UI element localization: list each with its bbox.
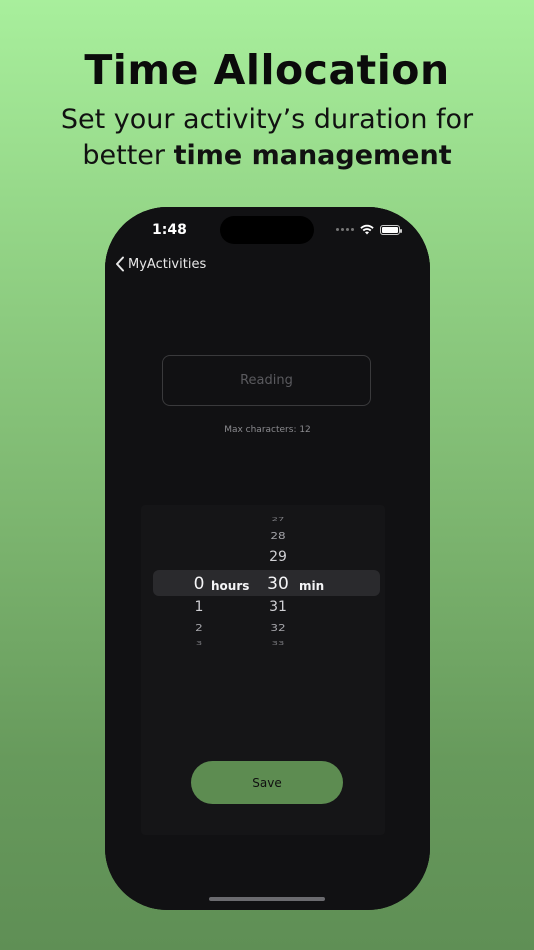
- subtitle-prefix: better: [82, 140, 174, 171]
- battery-icon: [380, 224, 402, 235]
- minutes-option[interactable]: 32: [258, 622, 298, 633]
- subtitle-bold: time management: [173, 140, 452, 171]
- status-time: 1:48: [152, 222, 187, 238]
- minutes-unit-label: min: [299, 579, 325, 593]
- headline-title: Time Allocation: [84, 46, 450, 94]
- duration-picker[interactable]: 0 1 2 3 hours 27 28 29 30 31 32 33 min: [153, 511, 381, 651]
- back-button[interactable]: MyActivities: [115, 256, 206, 272]
- phone-frame: 1:48 MyActivities Max characters: 12 0 1: [105, 207, 430, 910]
- status-icons: [336, 224, 402, 235]
- wifi-icon: [360, 224, 374, 235]
- headline-subtitle: Set your activity’s duration for better …: [0, 102, 534, 174]
- save-button[interactable]: Save: [191, 761, 343, 804]
- max-characters-hint: Max characters: 12: [224, 425, 311, 435]
- subtitle-line-1: Set your activity’s duration for: [60, 104, 474, 135]
- subtitle-line-2: better time management: [0, 138, 534, 174]
- minutes-option[interactable]: 27: [258, 516, 298, 522]
- hours-option[interactable]: 2: [179, 622, 219, 633]
- hours-option[interactable]: 3: [179, 640, 219, 646]
- minutes-option[interactable]: 31: [258, 599, 298, 615]
- dynamic-island: [220, 216, 314, 244]
- cellular-dots-icon: [336, 228, 354, 231]
- hours-option[interactable]: 1: [179, 599, 219, 615]
- chevron-left-icon: [116, 256, 124, 272]
- minutes-option[interactable]: 33: [258, 640, 298, 646]
- minutes-wheel[interactable]: 27 28 29 30 31 32 33: [258, 511, 298, 651]
- phone-screen: 1:48 MyActivities Max characters: 12 0 1: [105, 207, 430, 910]
- minutes-option[interactable]: 29: [258, 549, 298, 565]
- home-indicator[interactable]: [209, 897, 325, 901]
- hours-unit-label: hours: [211, 579, 250, 593]
- minutes-selected-value[interactable]: 30: [258, 574, 298, 594]
- back-label: MyActivities: [128, 256, 207, 272]
- activity-name-input[interactable]: [162, 355, 371, 406]
- minutes-option[interactable]: 28: [258, 530, 298, 541]
